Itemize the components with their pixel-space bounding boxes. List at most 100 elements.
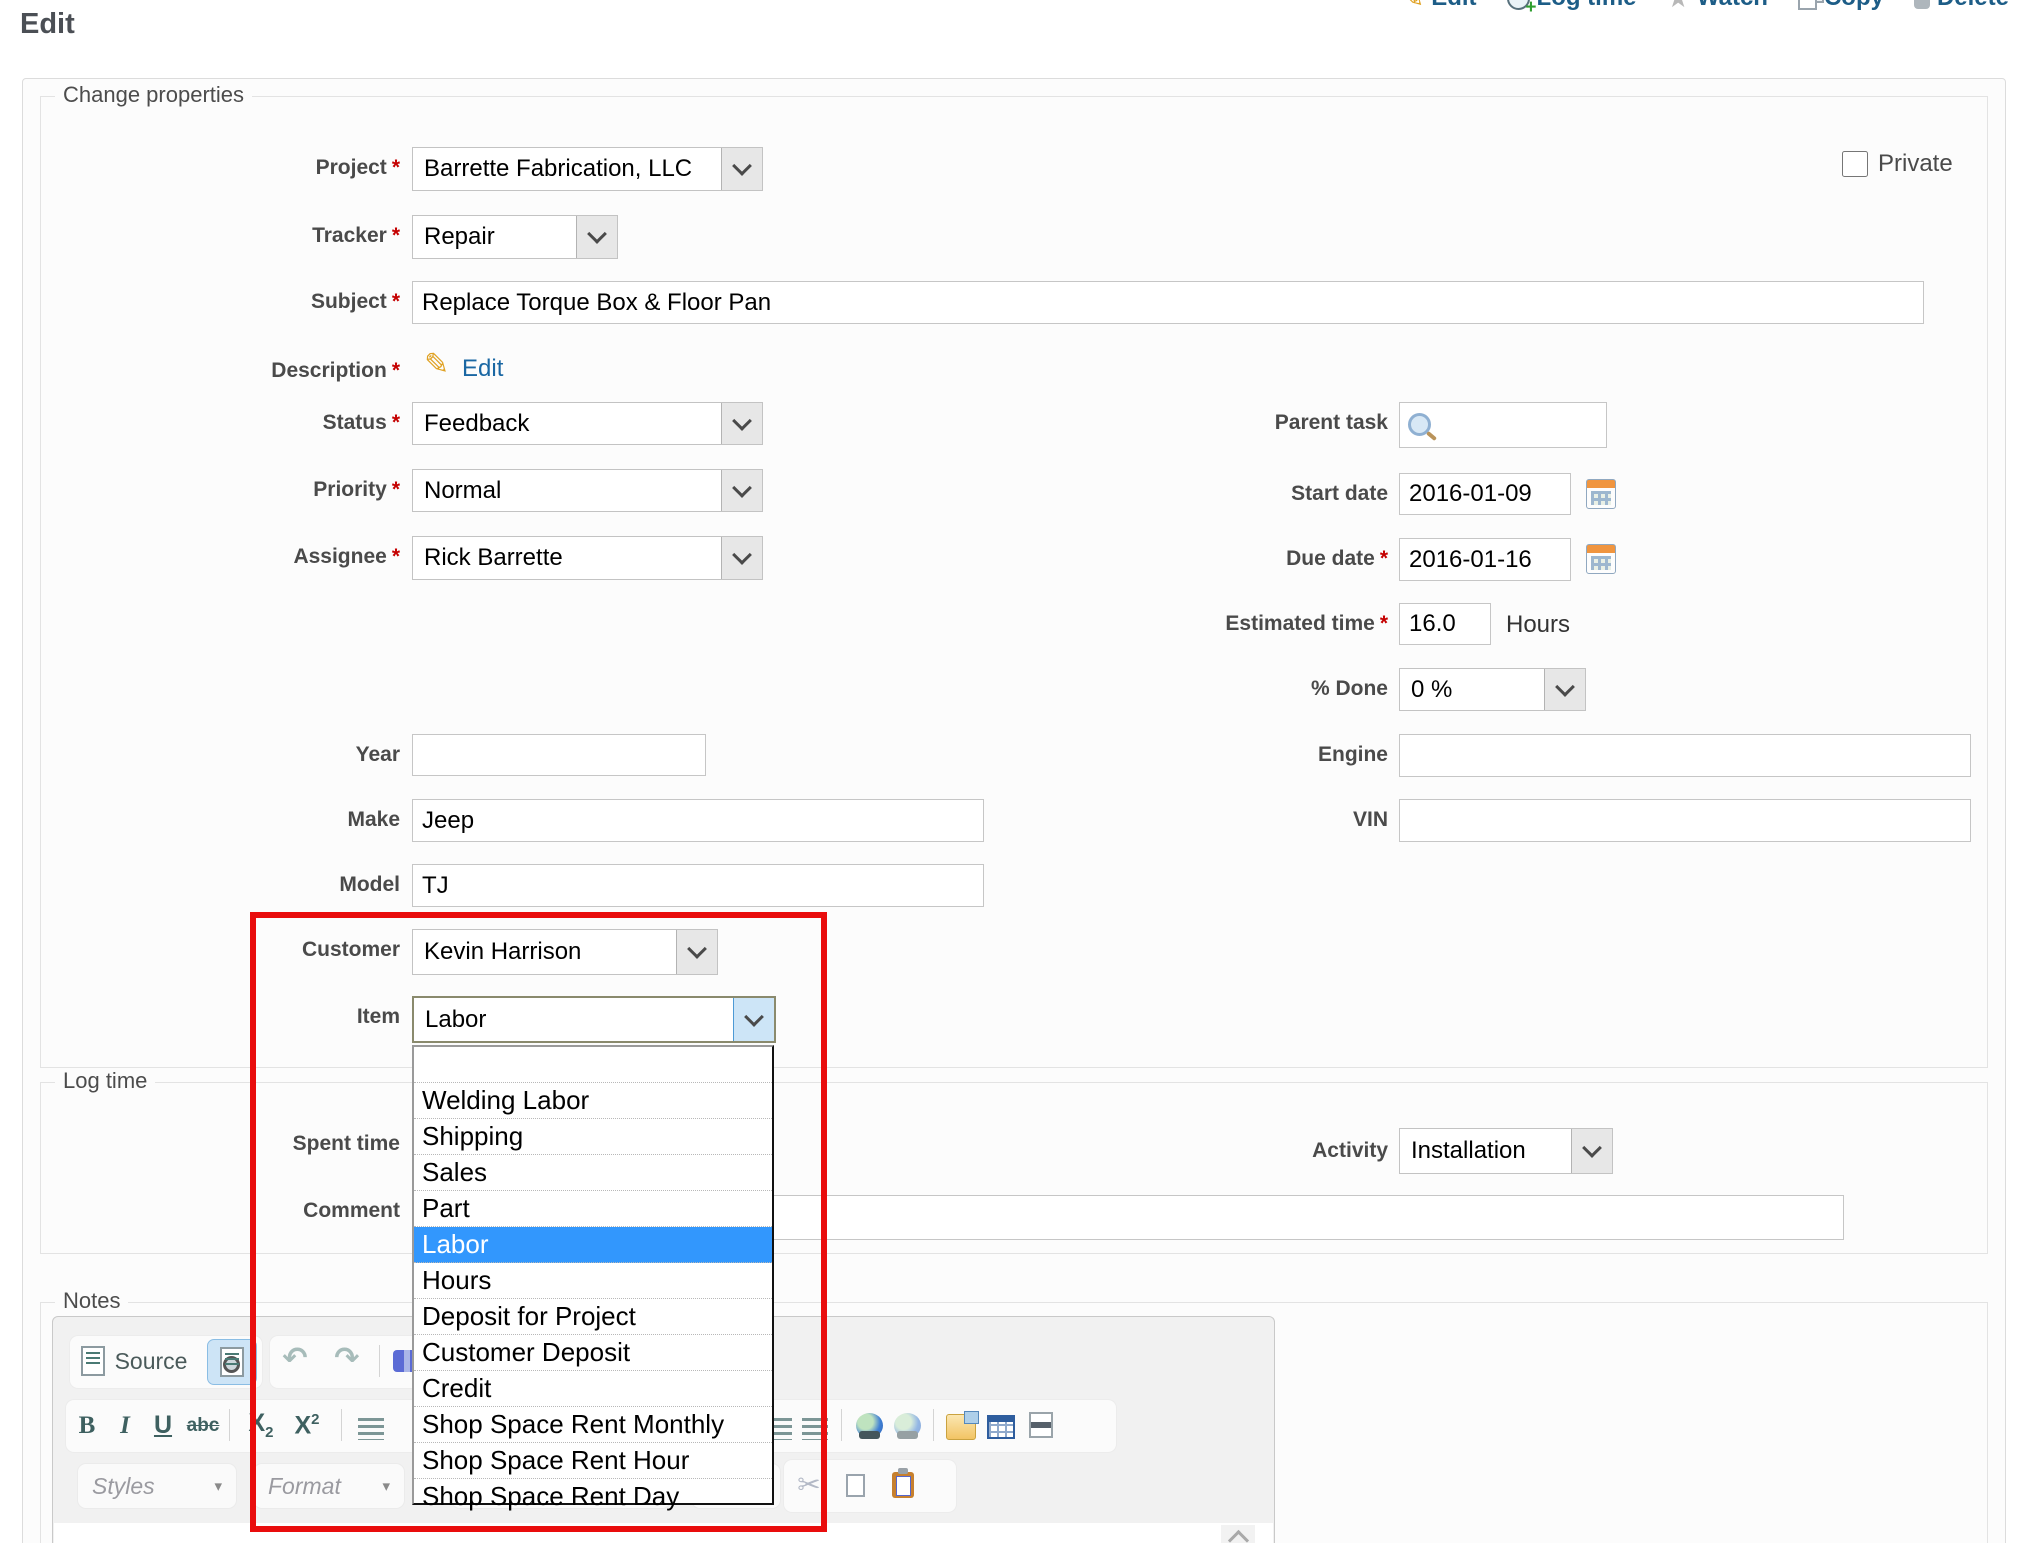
chevron-down-icon: ▾ xyxy=(382,1477,390,1495)
activity-select[interactable]: Installation xyxy=(1399,1128,1613,1174)
italic-button[interactable]: I xyxy=(105,1405,145,1445)
styles-combo[interactable]: Styles ▾ xyxy=(77,1463,237,1509)
undo-button[interactable]: ↶ xyxy=(275,1339,315,1379)
magnifier-icon xyxy=(223,1356,240,1373)
copy-link[interactable]: Copy xyxy=(1798,0,1884,12)
undo-icon: ↶ xyxy=(282,1344,307,1374)
issue-edit-screen: ✎ Edit Log time ★ Watch Copy Delete Edit… xyxy=(0,0,2039,1543)
activity-select-value: Installation xyxy=(1400,1129,1571,1173)
trash-icon xyxy=(1914,0,1930,9)
underline-button[interactable]: U xyxy=(143,1405,183,1445)
image-icon xyxy=(946,1414,976,1440)
item-option[interactable]: Hours xyxy=(414,1263,772,1299)
toolbar-divider xyxy=(229,1409,230,1441)
numbered-list-icon xyxy=(358,1418,384,1440)
estimated-time-input[interactable] xyxy=(1399,603,1491,645)
make-input[interactable] xyxy=(412,799,984,842)
start-date-label: Start date xyxy=(1000,482,1388,506)
item-option[interactable]: Welding Labor xyxy=(414,1083,772,1119)
model-input[interactable] xyxy=(412,864,984,907)
item-option[interactable]: Credit xyxy=(414,1371,772,1407)
chevron-down-icon xyxy=(1544,669,1585,710)
horizontal-rule-button[interactable] xyxy=(1021,1405,1061,1445)
chevron-down-icon xyxy=(721,148,762,190)
delete-link[interactable]: Delete xyxy=(1914,0,2009,12)
log-time-link[interactable]: Log time xyxy=(1507,0,1637,12)
pencil-icon: ✎ xyxy=(1402,0,1425,12)
priority-select[interactable]: Normal xyxy=(412,469,763,512)
item-option[interactable]: Customer Deposit xyxy=(414,1335,772,1371)
item-option-empty[interactable] xyxy=(414,1047,772,1083)
superscript-button[interactable]: X2 xyxy=(287,1405,327,1445)
hours-suffix: Hours xyxy=(1506,611,1570,639)
preview-button[interactable] xyxy=(207,1339,257,1385)
toolbar-divider xyxy=(341,1409,342,1441)
item-select[interactable]: Labor xyxy=(412,996,776,1043)
subject-input[interactable] xyxy=(412,281,1924,324)
editor-scrollbar[interactable] xyxy=(1221,1525,1255,1543)
source-button[interactable]: Source xyxy=(79,1341,189,1381)
vin-input[interactable] xyxy=(1399,799,1971,842)
calendar-icon[interactable] xyxy=(1586,544,1616,574)
bold-button[interactable]: B xyxy=(67,1405,107,1445)
item-option[interactable]: Shop Space Rent Hour xyxy=(414,1443,772,1479)
start-date-input[interactable] xyxy=(1399,473,1571,515)
redo-button[interactable]: ↷ xyxy=(327,1339,367,1379)
parent-task-label: Parent task xyxy=(1000,411,1388,435)
image-button[interactable] xyxy=(941,1407,981,1447)
status-select[interactable]: Feedback xyxy=(412,402,763,445)
numbered-list-button[interactable] xyxy=(351,1409,391,1449)
subscript-button[interactable]: X2 xyxy=(241,1405,281,1445)
format-combo[interactable]: Format ▾ xyxy=(253,1463,405,1509)
edit-link[interactable]: ✎ Edit xyxy=(1402,0,1477,12)
priority-label: Priority* xyxy=(60,478,400,502)
watch-link[interactable]: ★ Watch xyxy=(1667,0,1768,12)
chevron-down-icon xyxy=(676,930,717,974)
item-option[interactable]: Deposit for Project xyxy=(414,1299,772,1335)
item-option[interactable]: Shop Space Rent Day xyxy=(414,1479,772,1514)
due-date-input[interactable] xyxy=(1399,538,1571,581)
customer-select-value: Kevin Harrison xyxy=(413,930,676,974)
customer-select[interactable]: Kevin Harrison xyxy=(412,929,718,975)
tracker-select[interactable]: Repair xyxy=(412,215,618,259)
chevron-down-icon xyxy=(721,403,762,444)
engine-label: Engine xyxy=(1000,743,1388,767)
page-title: Edit xyxy=(20,8,75,41)
scissors-icon: ✂ xyxy=(797,1471,820,1499)
private-checkbox[interactable] xyxy=(1842,151,1868,177)
cut-button[interactable]: ✂ xyxy=(789,1465,829,1505)
status-label: Status* xyxy=(60,411,400,435)
justify-button[interactable] xyxy=(795,1409,835,1449)
chevron-down-icon: ▾ xyxy=(214,1477,222,1495)
copy-button[interactable] xyxy=(835,1465,875,1505)
scroll-up-icon xyxy=(1227,1530,1248,1543)
strikethrough-button[interactable]: abc xyxy=(183,1405,223,1445)
notes-editor-content[interactable] xyxy=(54,1523,1273,1543)
star-icon: ★ xyxy=(1667,0,1690,11)
item-option[interactable]: Part xyxy=(414,1191,772,1227)
chevron-down-icon xyxy=(1571,1129,1612,1173)
estimated-time-label: Estimated time* xyxy=(1000,612,1388,636)
year-label: Year xyxy=(60,743,400,767)
unlink-button[interactable] xyxy=(887,1405,927,1445)
item-option-selected[interactable]: Labor xyxy=(414,1227,772,1263)
item-option[interactable]: Shop Space Rent Monthly xyxy=(414,1407,772,1443)
percent-done-select[interactable]: 0 % xyxy=(1399,668,1586,711)
paste-button[interactable] xyxy=(883,1465,923,1505)
private-label: Private xyxy=(1878,150,1953,178)
link-button[interactable] xyxy=(849,1405,889,1445)
item-option[interactable]: Shipping xyxy=(414,1119,772,1155)
assignee-select[interactable]: Rick Barrette xyxy=(412,536,763,580)
italic-icon: I xyxy=(120,1413,130,1438)
item-select-value: Labor xyxy=(414,998,733,1041)
table-button[interactable] xyxy=(981,1407,1021,1447)
notes-legend: Notes xyxy=(55,1288,128,1314)
description-edit-link[interactable]: Edit xyxy=(462,355,503,383)
project-select[interactable]: Barrette Fabrication, LLC xyxy=(412,147,763,191)
calendar-icon[interactable] xyxy=(1586,479,1616,509)
engine-input[interactable] xyxy=(1399,734,1971,777)
activity-label: Activity xyxy=(1000,1139,1388,1163)
item-option[interactable]: Sales xyxy=(414,1155,772,1191)
year-input[interactable] xyxy=(412,734,706,776)
magnifier-icon xyxy=(1408,413,1431,436)
